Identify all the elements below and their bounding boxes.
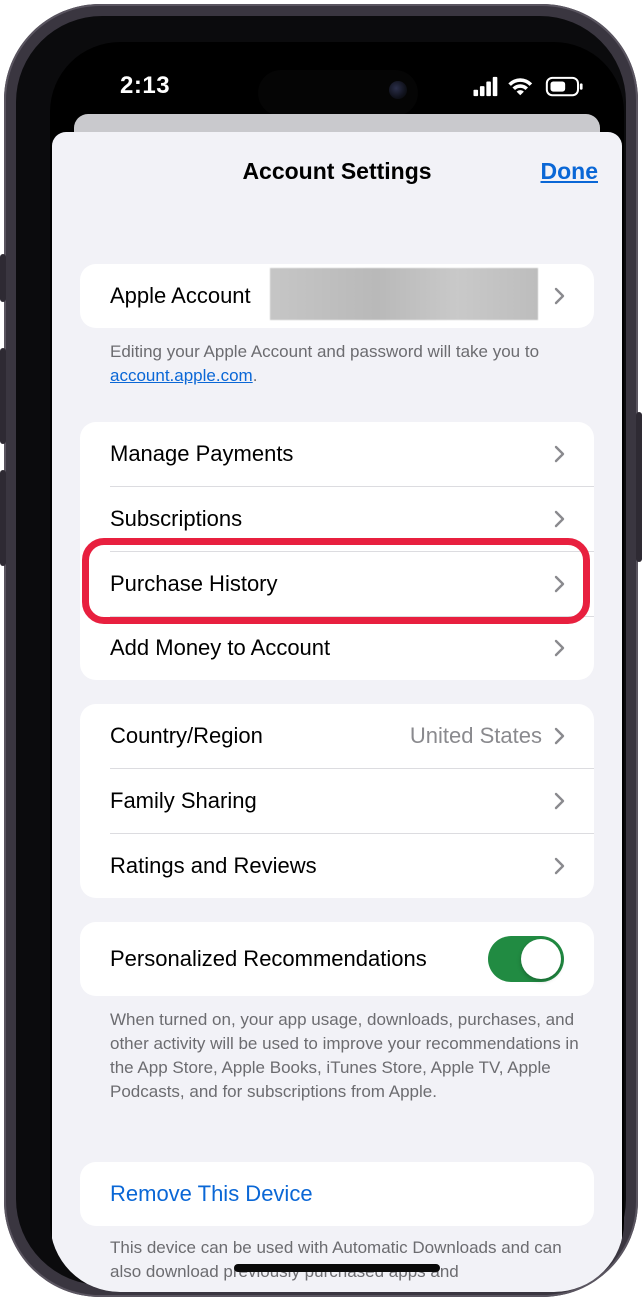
manage-payments-label: Manage Payments (110, 441, 294, 466)
chevron-right-icon (554, 575, 565, 592)
apple-account-row[interactable]: Apple Account (80, 264, 594, 328)
chevron-right-icon (554, 639, 565, 657)
ratings-reviews-row[interactable]: Ratings and Reviews (80, 833, 594, 898)
footnote-text: Editing your Apple Account and password … (110, 342, 540, 361)
account-settings-sheet: Account Settings Done Apple Account Edit… (52, 132, 622, 1292)
footnote-end: . (252, 366, 258, 385)
add-money-row[interactable]: Add Money to Account (80, 616, 594, 680)
apple-account-group: Apple Account (80, 264, 594, 328)
signal-icon (473, 76, 498, 97)
device-footnote: This device can be used with Automatic D… (110, 1238, 562, 1281)
wifi-icon (508, 78, 533, 96)
subscriptions-label: Subscriptions (110, 505, 243, 531)
home-indicator[interactable] (234, 1264, 440, 1272)
ratings-reviews-label: Ratings and Reviews (110, 852, 317, 878)
region-group: Country/Region United States Family Shar… (80, 704, 594, 898)
volume-down-button (0, 470, 6, 566)
family-sharing-label: Family Sharing (110, 787, 257, 813)
device-group: Remove This Device (80, 1162, 594, 1226)
apple-account-label: Apple Account (110, 283, 251, 308)
page-title: Account Settings (242, 158, 432, 184)
account-link[interactable]: account.apple.com (110, 366, 253, 385)
status-icons (473, 76, 583, 97)
done-button[interactable]: Done (541, 158, 599, 185)
country-region-value: United States (409, 723, 542, 748)
chevron-right-icon (554, 857, 565, 874)
chevron-right-icon (554, 287, 565, 305)
recommendations-footnote: When turned on, your app usage, download… (110, 1010, 579, 1101)
battery-icon (545, 76, 583, 97)
recommendations-row: Personalized Recommendations (80, 922, 594, 996)
recommendations-toggle[interactable] (488, 936, 564, 982)
apple-account-footnote: Editing your Apple Account and password … (110, 340, 580, 388)
screen: 2:13 Account Settings Done Apple Account… (50, 42, 624, 1292)
front-camera (389, 81, 407, 99)
phone-bezel: 2:13 Account Settings Done Apple Account… (16, 16, 626, 1292)
subscriptions-row[interactable]: Subscriptions (80, 486, 594, 551)
power-button (636, 412, 642, 562)
manage-payments-row[interactable]: Manage Payments (80, 422, 594, 486)
action-button (0, 254, 6, 302)
status-time: 2:13 (120, 72, 171, 99)
recommendations-group: Personalized Recommendations (80, 922, 594, 996)
phone-frame: 2:13 Account Settings Done Apple Account… (0, 4, 642, 1297)
purchases-group: Manage Payments Subscriptions Purchase H… (80, 422, 594, 680)
country-region-label: Country/Region (110, 723, 263, 748)
country-region-row[interactable]: Country/Region United States (80, 704, 594, 768)
purchase-history-row[interactable]: Purchase History (80, 551, 594, 616)
recommendations-label: Personalized Recommendations (110, 946, 427, 971)
family-sharing-row[interactable]: Family Sharing (80, 768, 594, 833)
remove-device-button[interactable]: Remove This Device (110, 1181, 313, 1207)
chevron-right-icon (554, 510, 565, 527)
purchase-history-label: Purchase History (110, 570, 278, 596)
redacted-email (270, 268, 538, 320)
volume-up-button (0, 348, 6, 444)
chevron-right-icon (554, 445, 565, 463)
chevron-right-icon (554, 727, 565, 745)
add-money-label: Add Money to Account (110, 635, 331, 660)
chevron-right-icon (554, 792, 565, 809)
toggle-knob (521, 939, 561, 979)
remove-device-row[interactable]: Remove This Device (80, 1162, 594, 1226)
